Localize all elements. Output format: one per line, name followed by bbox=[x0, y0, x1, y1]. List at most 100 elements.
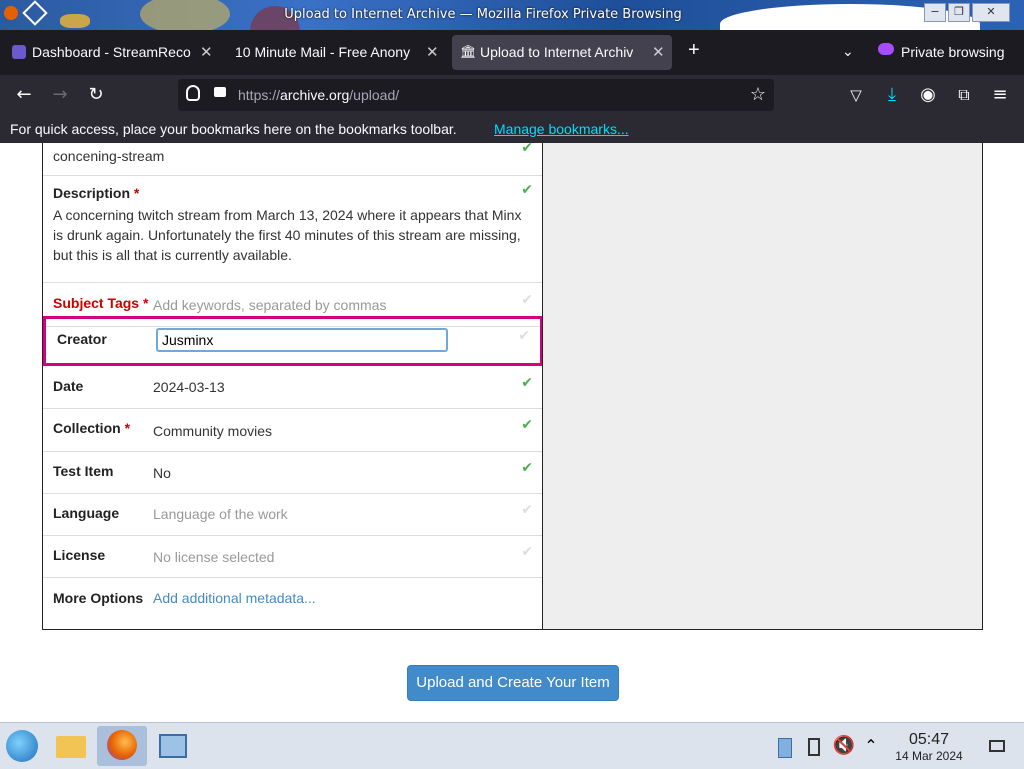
battery-tray-icon[interactable] bbox=[800, 726, 828, 766]
creator-row: Creator ✔ bbox=[43, 316, 543, 366]
close-tab-icon[interactable]: ✕ bbox=[426, 43, 439, 61]
archive-icon: 🏛 bbox=[460, 44, 477, 59]
url-text[interactable]: https://archive.org/upload/ bbox=[238, 87, 399, 103]
list-tabs-icon[interactable]: ⌄ bbox=[842, 35, 862, 70]
bookmarks-toolbar: For quick access, place your bookmarks h… bbox=[0, 115, 1024, 143]
back-icon[interactable]: ← bbox=[12, 83, 36, 107]
date-row: Date 2024-03-13 ✔ bbox=[43, 367, 543, 409]
windows-orb-icon bbox=[6, 730, 38, 762]
test-item-label: Test Item bbox=[53, 463, 114, 479]
more-options-row: More Options Add additional metadata... bbox=[43, 578, 543, 619]
show-desktop-button[interactable] bbox=[982, 726, 1012, 766]
check-icon: ✔ bbox=[521, 292, 533, 308]
navigation-bar: ← → ↻ https://archive.org/upload/ ☆ ▽ ⤓ … bbox=[0, 75, 1024, 115]
license-row: License No license selected ✔ bbox=[43, 536, 543, 578]
reload-icon[interactable]: ↻ bbox=[84, 83, 108, 107]
close-tab-icon[interactable]: ✕ bbox=[652, 43, 665, 61]
check-icon: ✔ bbox=[521, 502, 533, 518]
description-value[interactable]: A concerning twitch stream from March 13… bbox=[53, 205, 533, 265]
file-manager-button[interactable] bbox=[48, 726, 94, 766]
creator-label: Creator bbox=[57, 331, 107, 347]
show-hidden-icons[interactable]: ⌃ bbox=[858, 726, 884, 766]
streamrecorder-icon bbox=[12, 45, 26, 59]
date-value[interactable]: 2024-03-13 bbox=[153, 379, 225, 395]
new-tab-button[interactable]: + bbox=[684, 35, 708, 70]
minimize-button[interactable]: − bbox=[924, 3, 946, 22]
language-input[interactable]: Language of the work bbox=[153, 506, 288, 522]
identifier-row: concening-stream ✔ bbox=[43, 143, 543, 176]
firefox-icon bbox=[107, 730, 137, 760]
extensions-icon[interactable]: ⧉ bbox=[952, 83, 976, 107]
check-icon: ✔ bbox=[521, 460, 533, 476]
creator-input[interactable] bbox=[156, 328, 448, 352]
battery-icon bbox=[808, 738, 820, 756]
desktop-icon bbox=[989, 740, 1005, 752]
private-mask-icon bbox=[878, 43, 894, 55]
collection-value[interactable]: Community movies bbox=[153, 423, 272, 439]
account-icon[interactable]: ◉ bbox=[916, 83, 940, 107]
folder-icon bbox=[56, 736, 86, 758]
collection-row: Collection * Community movies ✔ bbox=[43, 409, 543, 452]
file-list-panel bbox=[542, 143, 983, 630]
clipboard-tray-icon[interactable] bbox=[770, 726, 798, 766]
pocket-icon[interactable]: ▽ bbox=[844, 83, 868, 107]
taskbar: 🔇 ⌃ 05:47 14 Mar 2024 bbox=[0, 722, 1024, 769]
tab-dashboard[interactable]: Dashboard - StreamReco ✕ bbox=[4, 35, 218, 70]
menu-icon[interactable]: ≡ bbox=[988, 83, 1012, 107]
description-row: Description * ✔ A concerning twitch stre… bbox=[43, 176, 543, 283]
bookmarks-message: For quick access, place your bookmarks h… bbox=[10, 121, 457, 137]
private-browsing-indicator: Private browsing bbox=[876, 35, 1022, 70]
language-label: Language bbox=[53, 505, 120, 521]
subject-tags-label: Subject Tags * bbox=[53, 295, 149, 311]
lock-icon[interactable] bbox=[214, 87, 226, 97]
upload-metadata-form: concening-stream ✔ Description * ✔ A con… bbox=[42, 143, 544, 630]
private-browsing-label: Private browsing bbox=[901, 44, 1005, 60]
firefox-taskbar-button[interactable] bbox=[97, 726, 147, 766]
clipboard-icon bbox=[778, 738, 792, 758]
tab-label: Dashboard - StreamReco bbox=[32, 44, 191, 60]
close-tab-icon[interactable]: ✕ bbox=[200, 43, 213, 61]
window-title: Upload to Internet Archive — Mozilla Fir… bbox=[284, 7, 682, 22]
start-menu-button[interactable] bbox=[0, 726, 46, 766]
close-window-button[interactable]: ✕ bbox=[972, 3, 1010, 22]
tab-upload-archive[interactable]: 🏛 Upload to Internet Archiv ✕ bbox=[452, 35, 672, 70]
page-content: concening-stream ✔ Description * ✔ A con… bbox=[0, 143, 1024, 723]
check-icon: ✔ bbox=[521, 143, 533, 156]
language-row: Language Language of the work ✔ bbox=[43, 494, 543, 536]
volume-muted-icon[interactable]: 🔇 bbox=[830, 726, 858, 766]
forward-icon[interactable]: → bbox=[48, 83, 72, 107]
check-icon: ✔ bbox=[521, 417, 533, 433]
more-options-label: More Options bbox=[53, 590, 144, 606]
test-item-row: Test Item No ✔ bbox=[43, 452, 543, 494]
address-bar[interactable]: https://archive.org/upload/ ☆ bbox=[178, 79, 774, 111]
clock-date: 14 Mar 2024 bbox=[895, 749, 963, 763]
control-panel-button[interactable] bbox=[150, 726, 196, 766]
check-icon: ✔ bbox=[521, 182, 533, 198]
upload-and-create-button[interactable]: Upload and Create Your Item bbox=[407, 665, 619, 701]
collection-label: Collection * bbox=[53, 420, 131, 436]
tab-label: Upload to Internet Archiv bbox=[480, 44, 634, 60]
window-titlebar: Upload to Internet Archive — Mozilla Fir… bbox=[0, 0, 1024, 30]
description-label: Description * bbox=[53, 185, 140, 201]
check-icon: ✔ bbox=[521, 544, 533, 560]
control-panel-icon bbox=[159, 734, 187, 758]
shield-icon[interactable] bbox=[186, 85, 200, 101]
license-select[interactable]: No license selected bbox=[153, 549, 274, 565]
tab-10-minute-mail[interactable]: 10 Minute Mail - Free Anony ✕ bbox=[226, 35, 446, 70]
clock-time: 05:47 bbox=[908, 731, 950, 748]
date-label: Date bbox=[53, 378, 84, 394]
downloads-icon[interactable]: ⤓ bbox=[880, 83, 904, 107]
identifier-value[interactable]: concening-stream bbox=[53, 148, 164, 164]
subject-tags-input[interactable]: Add keywords, separated by commas bbox=[153, 297, 386, 313]
test-item-value[interactable]: No bbox=[153, 465, 171, 481]
add-metadata-link[interactable]: Add additional metadata... bbox=[153, 590, 316, 606]
bookmark-star-icon[interactable]: ☆ bbox=[750, 84, 766, 105]
maximize-button[interactable]: ❐ bbox=[948, 3, 970, 22]
check-icon: ✔ bbox=[518, 328, 530, 344]
check-icon: ✔ bbox=[521, 375, 533, 391]
tab-bar: Dashboard - StreamReco ✕ 10 Minute Mail … bbox=[0, 30, 1024, 75]
manage-bookmarks-link[interactable]: Manage bookmarks... bbox=[494, 121, 629, 137]
tab-label: 10 Minute Mail - Free Anony bbox=[235, 44, 411, 60]
license-label: License bbox=[53, 547, 106, 563]
system-clock[interactable]: 05:47 14 Mar 2024 bbox=[888, 731, 970, 763]
